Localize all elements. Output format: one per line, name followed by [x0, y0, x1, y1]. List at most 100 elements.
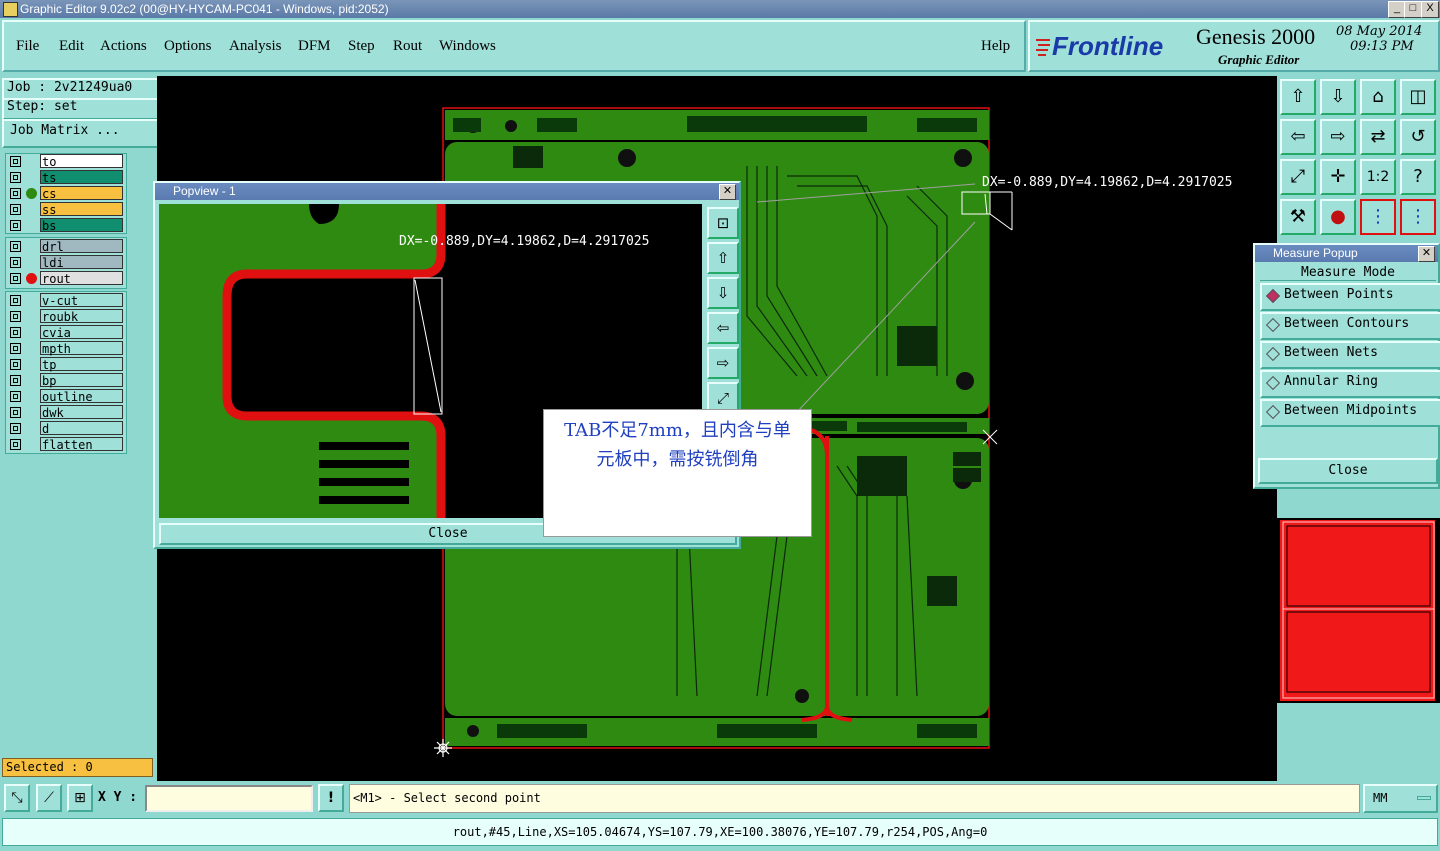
- pan-down-icon[interactable]: ⇩: [1320, 79, 1356, 115]
- layer-name[interactable]: dwk: [40, 405, 123, 420]
- layer-checkbox[interactable]: [10, 423, 21, 434]
- layer-name[interactable]: cs: [40, 186, 123, 201]
- net-select-icon[interactable]: ⋮: [1400, 199, 1436, 235]
- units-selector[interactable]: MM: [1363, 784, 1438, 813]
- menu-step[interactable]: Step: [348, 38, 375, 55]
- layer-name[interactable]: roubk: [40, 309, 123, 324]
- pan-left-icon[interactable]: ⇦: [1280, 119, 1316, 155]
- layer-row-to[interactable]: to: [7, 154, 124, 169]
- layer-checkbox[interactable]: [10, 343, 21, 354]
- layer-row-tp[interactable]: tp: [7, 357, 124, 372]
- layer-name[interactable]: rout: [40, 271, 123, 286]
- layer-checkbox[interactable]: [10, 359, 21, 370]
- layer-row-cvia[interactable]: cvia: [7, 325, 124, 340]
- layer-row-ldi[interactable]: ldi: [7, 255, 124, 270]
- option-annular-ring[interactable]: Annular Ring: [1260, 370, 1440, 398]
- layer-checkbox[interactable]: [10, 375, 21, 386]
- layer-checkbox[interactable]: [10, 439, 21, 450]
- pan-right-icon[interactable]: ⇨: [1320, 119, 1356, 155]
- layer-name[interactable]: flatten: [40, 437, 123, 452]
- popview-pan-up-icon[interactable]: ⇧: [707, 242, 739, 274]
- popview-pan-right-icon[interactable]: ⇨: [707, 347, 739, 379]
- option-between-midpoints[interactable]: Between Midpoints: [1260, 399, 1440, 427]
- layer-name[interactable]: v-cut: [40, 293, 123, 308]
- minimap[interactable]: [1277, 518, 1440, 703]
- layer-checkbox[interactable]: [10, 241, 21, 252]
- grid-mode-icon[interactable]: ⊞: [67, 784, 93, 812]
- layer-row-drl[interactable]: drl: [7, 239, 124, 254]
- split-view-icon[interactable]: ◫: [1400, 79, 1436, 115]
- layer-name[interactable]: bp: [40, 373, 123, 388]
- layer-name[interactable]: ts: [40, 170, 123, 185]
- popview-close-icon[interactable]: ✕: [719, 184, 736, 200]
- menu-options[interactable]: Options: [164, 38, 212, 55]
- menu-edit[interactable]: Edit: [59, 38, 84, 55]
- layer-row-d[interactable]: d: [7, 421, 124, 436]
- menu-rout[interactable]: Rout: [393, 38, 422, 55]
- option-between-points[interactable]: Between Points: [1260, 283, 1440, 311]
- layer-checkbox[interactable]: [10, 257, 21, 268]
- layer-name[interactable]: ss: [40, 202, 123, 217]
- layer-name[interactable]: bs: [40, 218, 123, 233]
- layer-checkbox[interactable]: [10, 327, 21, 338]
- alert-icon[interactable]: !: [318, 784, 344, 812]
- mirror-icon[interactable]: ⇄: [1360, 119, 1396, 155]
- layer-name[interactable]: outline: [40, 389, 123, 404]
- layer-row-ss[interactable]: ss: [7, 202, 124, 217]
- home-view-icon[interactable]: ⌂: [1360, 79, 1396, 115]
- layer-row-rout[interactable]: rout: [7, 271, 124, 286]
- option-between-contours[interactable]: Between Contours: [1260, 312, 1440, 340]
- popview-zoom-icon[interactable]: ⊡: [707, 207, 739, 239]
- layer-name[interactable]: drl: [40, 239, 123, 254]
- option-between-nets[interactable]: Between Nets: [1260, 341, 1440, 369]
- layer-row-outline[interactable]: outline: [7, 389, 124, 404]
- popview-pan-left-icon[interactable]: ⇦: [707, 312, 739, 344]
- layer-checkbox[interactable]: [10, 220, 21, 231]
- layer-checkbox[interactable]: [10, 311, 21, 322]
- measure-tool-icon[interactable]: ⚒: [1280, 199, 1316, 235]
- layer-name[interactable]: cvia: [40, 325, 123, 340]
- layer-row-flatten[interactable]: flatten: [7, 437, 124, 452]
- snap-mode-icon[interactable]: ⟋: [36, 784, 62, 812]
- menu-help[interactable]: Help: [981, 38, 1010, 55]
- layer-checkbox[interactable]: [10, 172, 21, 183]
- popview-pan-down-icon[interactable]: ⇩: [707, 277, 739, 309]
- maximize-button[interactable]: □: [1404, 1, 1422, 18]
- layer-row-cs[interactable]: cs: [7, 186, 124, 201]
- layer-checkbox[interactable]: [10, 204, 21, 215]
- layer-checkbox[interactable]: [10, 188, 21, 199]
- menu-analysis[interactable]: Analysis: [229, 38, 282, 55]
- net-highlight-icon[interactable]: ⋮: [1360, 199, 1396, 235]
- layer-row-bs[interactable]: bs: [7, 218, 124, 233]
- layer-name[interactable]: to: [40, 154, 123, 169]
- layer-row-bp[interactable]: bp: [7, 373, 124, 388]
- layer-checkbox[interactable]: [10, 156, 21, 167]
- xy-coordinate-input[interactable]: [145, 785, 313, 812]
- redraw-icon[interactable]: ↺: [1400, 119, 1436, 155]
- menu-actions[interactable]: Actions: [100, 38, 147, 55]
- menu-dfm[interactable]: DFM: [298, 38, 331, 55]
- layer-row-roubk[interactable]: roubk: [7, 309, 124, 324]
- layer-row-ts[interactable]: ts: [7, 170, 124, 185]
- layer-checkbox[interactable]: [10, 391, 21, 402]
- layer-name[interactable]: ldi: [40, 255, 123, 270]
- menu-file[interactable]: File: [16, 38, 39, 55]
- measure-popup-close-button[interactable]: Close: [1258, 458, 1438, 484]
- layer-checkbox[interactable]: [10, 295, 21, 306]
- zoom-home-icon[interactable]: ⇧: [1280, 79, 1316, 115]
- layer-checkbox[interactable]: [10, 273, 21, 284]
- pointer-mode-icon[interactable]: ⤡: [4, 784, 30, 812]
- snap-point-icon[interactable]: ●: [1320, 199, 1356, 235]
- layer-row-mpth[interactable]: mpth: [7, 341, 124, 356]
- job-matrix-button[interactable]: Job Matrix ...: [2, 119, 163, 148]
- zoom-fit-icon[interactable]: ⤢: [1280, 159, 1316, 195]
- layer-name[interactable]: tp: [40, 357, 123, 372]
- layer-row-v-cut[interactable]: v-cut: [7, 293, 124, 308]
- layer-row-dwk[interactable]: dwk: [7, 405, 124, 420]
- menu-windows[interactable]: Windows: [439, 38, 496, 55]
- help-query-icon[interactable]: ?: [1400, 159, 1436, 195]
- measure-popup-close-icon[interactable]: ✕: [1418, 246, 1435, 262]
- close-window-button[interactable]: X: [1421, 1, 1439, 18]
- layer-checkbox[interactable]: [10, 407, 21, 418]
- layer-name[interactable]: mpth: [40, 341, 123, 356]
